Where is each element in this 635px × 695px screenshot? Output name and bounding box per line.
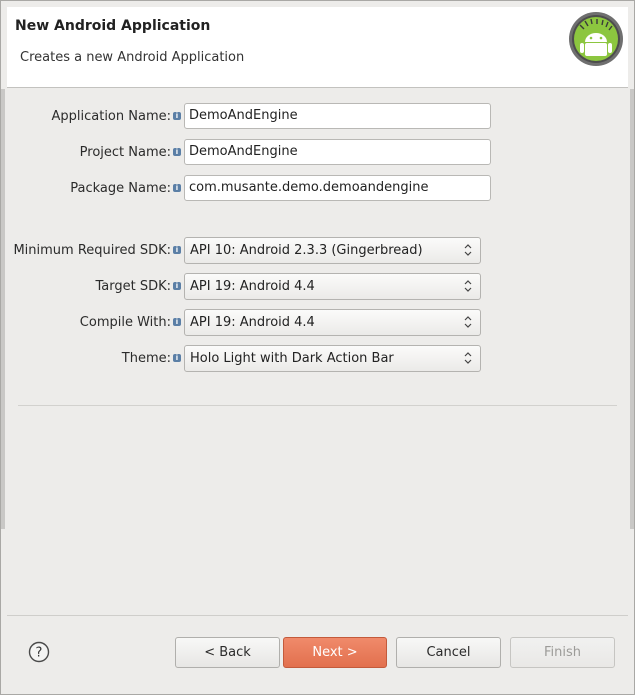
compile-with-label: Compile With: [79,315,171,330]
min-sdk-select[interactable]: API 10: Android 2.3.3 (Gingerbread) [184,237,481,264]
select-arrows-icon [464,244,472,256]
application-name-label: Application Name: [51,109,171,124]
info-icon: i [173,318,181,326]
help-icon[interactable]: ? [28,641,50,663]
theme-value: Holo Light with Dark Action Bar [190,351,394,366]
android-logo-icon [569,12,623,66]
target-sdk-value: API 19: Android 4.4 [190,279,315,294]
compile-with-value: API 19: Android 4.4 [190,315,315,330]
help-glyph: ? [36,646,43,661]
package-name-label: Package Name: [70,181,171,196]
info-icon: i [173,148,181,156]
wizard-subtitle: Creates a new Android Application [20,50,245,65]
finish-button[interactable]: Finish [510,637,615,668]
footer-divider [7,615,628,616]
wizard-header: New Android Application Creates a new An… [7,7,628,88]
wizard-title: New Android Application [15,18,211,34]
info-icon: i [173,282,181,290]
target-sdk-label: Target SDK: [95,279,171,294]
select-arrows-icon [464,280,472,292]
min-sdk-label: Minimum Required SDK: [13,243,171,258]
form-separator [18,405,617,406]
cancel-button[interactable]: Cancel [396,637,501,668]
back-button[interactable]: < Back [175,637,280,668]
package-name-input[interactable]: com.musante.demo.demoandengine [184,175,491,201]
select-arrows-icon [464,352,472,364]
next-button[interactable]: Next > [283,637,387,668]
project-name-input[interactable]: DemoAndEngine [184,139,491,165]
compile-with-select[interactable]: API 19: Android 4.4 [184,309,481,336]
new-android-application-dialog: New Android Application Creates a new An… [0,0,635,695]
application-name-input[interactable]: DemoAndEngine [184,103,491,129]
min-sdk-value: API 10: Android 2.3.3 (Gingerbread) [190,243,423,258]
info-icon: i [173,246,181,254]
select-arrows-icon [464,316,472,328]
info-icon: i [173,354,181,362]
info-icon: i [173,184,181,192]
theme-select[interactable]: Holo Light with Dark Action Bar [184,345,481,372]
info-icon: i [173,112,181,120]
background-window-edge [630,89,634,529]
project-name-label: Project Name: [79,145,171,160]
theme-label: Theme: [121,351,171,366]
target-sdk-select[interactable]: API 19: Android 4.4 [184,273,481,300]
